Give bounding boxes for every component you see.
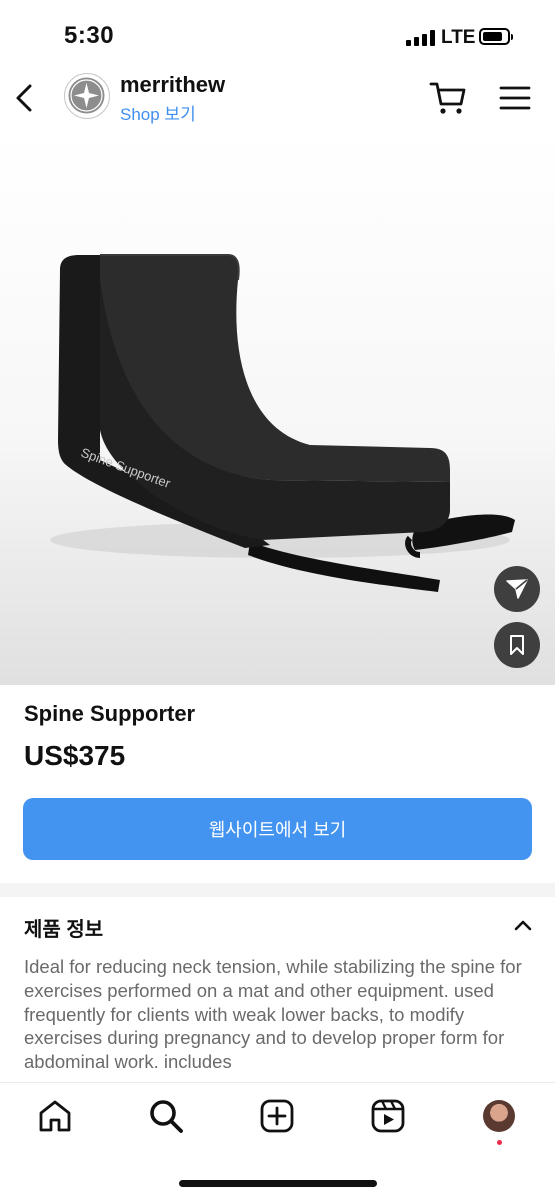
create-post-icon [260, 1099, 294, 1133]
view-website-button[interactable]: 웹사이트에서 보기 [23, 798, 532, 860]
status-time: 5:30 [64, 22, 115, 49]
reels-icon [371, 1099, 405, 1133]
product-title: Spine Supporter [24, 701, 196, 726]
network-label: LTE [441, 27, 476, 48]
section-divider [0, 883, 555, 897]
bookmark-icon [510, 635, 524, 655]
back-button[interactable] [12, 82, 40, 114]
menu-icon [499, 86, 531, 110]
share-icon [506, 579, 528, 599]
chevron-up-icon [514, 920, 532, 931]
product-price: US$375 [24, 740, 126, 771]
back-chevron-icon [16, 84, 32, 112]
cart-icon [429, 82, 466, 114]
home-indicator [179, 1180, 377, 1187]
product-image[interactable]: Spine Supporter [0, 130, 555, 685]
shop-name[interactable]: merrithew [120, 72, 225, 98]
product-description: Ideal for reducing neck tension, while s… [24, 956, 522, 1073]
product-info-heading: 제품 정보 [24, 919, 104, 941]
battery-icon [479, 28, 513, 45]
home-icon [39, 1100, 71, 1132]
create-tab[interactable] [259, 1098, 295, 1134]
shop-logo-icon [68, 77, 105, 114]
share-button[interactable] [494, 566, 540, 612]
signal-bars-icon [406, 30, 436, 46]
search-tab[interactable] [148, 1098, 184, 1134]
spine-supporter-illustration: Spine Supporter [50, 254, 515, 592]
shop-logo[interactable] [64, 73, 110, 119]
cart-button[interactable] [428, 80, 468, 116]
profile-avatar[interactable] [483, 1100, 515, 1132]
bookmark-button[interactable] [494, 622, 540, 668]
search-icon [150, 1100, 183, 1133]
menu-button[interactable] [498, 84, 532, 112]
home-tab[interactable] [37, 1098, 73, 1134]
reels-tab[interactable] [370, 1098, 406, 1134]
collapse-button[interactable] [512, 916, 534, 934]
notification-dot [497, 1140, 502, 1145]
shop-link[interactable]: Shop 보기 [120, 100, 196, 125]
